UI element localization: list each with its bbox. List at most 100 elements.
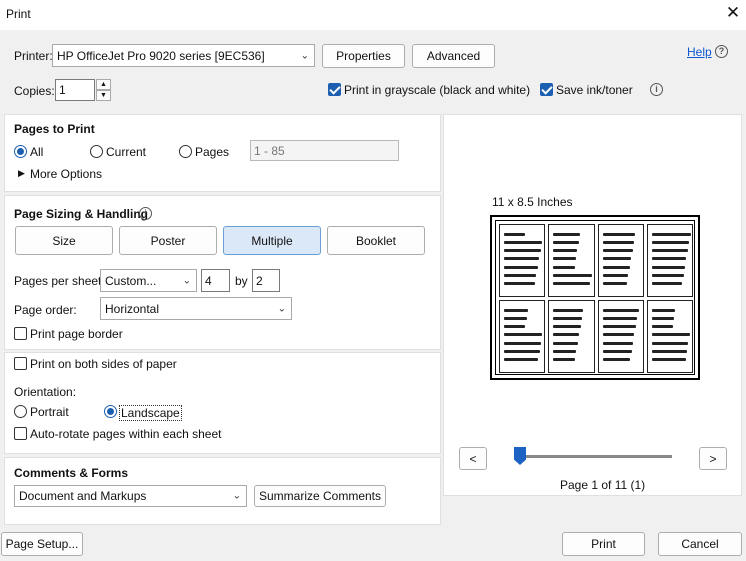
preview-text-line — [553, 265, 575, 269]
preview-text-line — [602, 265, 630, 269]
preview-text-line — [504, 257, 540, 261]
pages-to-print-heading: Pages to Print — [14, 122, 95, 136]
copies-up-icon[interactable]: ▲ — [96, 79, 111, 90]
help-link[interactable]: Help — [687, 45, 712, 59]
expand-arrow-icon[interactable]: ▶ — [18, 168, 25, 179]
copies-label: Copies: — [14, 84, 55, 98]
landscape-radio[interactable] — [104, 405, 117, 418]
more-options-link[interactable]: More Options — [30, 167, 102, 181]
info-icon[interactable]: i — [650, 83, 663, 96]
preview-text-line — [553, 241, 579, 245]
preview-text-line — [553, 357, 575, 361]
print-border-checkbox[interactable] — [14, 327, 27, 340]
summarize-comments-button[interactable]: Summarize Comments — [254, 485, 386, 507]
save-ink-checkbox[interactable] — [540, 83, 553, 96]
preview-text-line — [553, 281, 591, 285]
preview-text-line — [651, 309, 676, 312]
pages-radio[interactable] — [179, 145, 192, 158]
printer-select[interactable]: HP OfficeJet Pro 9020 series [9EC536] ⌄ — [52, 44, 315, 67]
print-border-label: Print page border — [30, 327, 123, 341]
preview-text-line — [504, 333, 543, 337]
prev-page-button[interactable]: < — [459, 447, 487, 470]
tab-booklet[interactable]: Booklet — [327, 226, 425, 255]
preview-page-thumb — [597, 300, 644, 373]
pages-per-sheet-value: Custom... — [105, 273, 157, 288]
paper-size-label: 11 x 8.5 Inches — [492, 195, 573, 209]
portrait-label: Portrait — [30, 405, 69, 419]
preview-text-line — [504, 349, 540, 353]
orientation-label: Orientation: — [14, 385, 77, 399]
comments-value: Document and Markups — [19, 489, 147, 503]
preview-text-line — [553, 257, 576, 261]
both-sides-label: Print on both sides of paper — [30, 357, 177, 371]
advanced-button[interactable]: Advanced — [412, 44, 495, 68]
comments-select[interactable]: Document and Markups ⌄ — [14, 485, 247, 507]
columns-input[interactable]: 4 — [201, 269, 230, 292]
preview-text-line — [553, 325, 581, 329]
title-bar — [0, 0, 746, 30]
both-sides-checkbox[interactable] — [14, 357, 27, 370]
current-radio[interactable] — [90, 145, 103, 158]
preview-text-line — [602, 241, 634, 245]
grayscale-label: Print in grayscale (black and white) — [344, 83, 531, 97]
copies-input[interactable]: 1 — [55, 79, 95, 101]
preview-text-line — [602, 281, 627, 285]
preview-sheet-content — [495, 220, 695, 375]
preview-text-line — [504, 249, 541, 253]
rows-input[interactable]: 2 — [252, 269, 280, 292]
preview-text-line — [553, 233, 581, 236]
preview-text-line — [504, 233, 525, 236]
preview-text-line — [504, 341, 541, 345]
pages-label: Pages — [195, 145, 230, 159]
tab-poster[interactable]: Poster — [119, 226, 217, 255]
printer-label: Printer: — [14, 49, 53, 63]
preview-text-line — [651, 325, 673, 329]
preview-page-thumb — [548, 300, 595, 373]
preview-text-line — [602, 273, 629, 277]
preview-text-line — [651, 265, 686, 269]
next-page-button[interactable]: > — [699, 447, 727, 470]
window-title: Print — [6, 7, 31, 21]
page-sizing-heading: Page Sizing & Handling — [14, 207, 149, 221]
page-slider-track[interactable] — [516, 455, 672, 458]
tab-multiple[interactable]: Multiple — [223, 226, 321, 255]
save-ink-label: Save ink/toner — [556, 83, 633, 97]
pages-per-sheet-select[interactable]: Custom... ⌄ — [100, 269, 197, 292]
preview-text-line — [553, 317, 582, 321]
chevron-down-icon: ⌄ — [277, 303, 286, 314]
portrait-radio[interactable] — [14, 405, 27, 418]
help-icon[interactable]: ? — [715, 45, 728, 58]
preview-page-thumb — [499, 300, 546, 373]
all-radio[interactable] — [14, 145, 27, 158]
chevron-down-icon: ⌄ — [182, 275, 191, 286]
preview-text-line — [651, 249, 688, 253]
preview-page-thumb — [548, 224, 595, 297]
current-label: Current — [106, 145, 147, 159]
tab-size[interactable]: Size — [15, 226, 113, 255]
autorotate-checkbox[interactable] — [14, 427, 27, 440]
page-setup-button[interactable]: Page Setup... — [1, 532, 83, 556]
preview-text-line — [504, 309, 529, 312]
page-order-value: Horizontal — [105, 301, 160, 316]
preview-text-line — [602, 357, 631, 361]
preview-text-line — [553, 273, 592, 277]
print-button[interactable]: Print — [562, 532, 645, 556]
properties-button[interactable]: Properties — [322, 44, 405, 68]
grayscale-checkbox[interactable] — [328, 83, 341, 96]
preview-text-line — [602, 233, 636, 236]
cancel-button[interactable]: Cancel — [658, 532, 742, 556]
preview-text-line — [651, 357, 686, 361]
preview-text-line — [651, 273, 684, 277]
comments-heading: Comments & Forms — [14, 466, 129, 480]
sizing-info-icon[interactable]: i — [139, 207, 152, 220]
close-icon[interactable]: ✕ — [724, 2, 742, 24]
preview-text-line — [651, 233, 691, 236]
preview-text-line — [553, 341, 578, 345]
preview-text-line — [553, 349, 577, 353]
page-order-select[interactable]: Horizontal ⌄ — [100, 297, 292, 320]
page-order-label: Page order: — [14, 303, 77, 317]
copies-down-icon[interactable]: ▼ — [96, 90, 111, 101]
preview-text-line — [504, 241, 542, 245]
autorotate-label: Auto-rotate pages within each sheet — [30, 427, 222, 441]
pages-range-input[interactable]: 1 - 85 — [250, 140, 399, 161]
